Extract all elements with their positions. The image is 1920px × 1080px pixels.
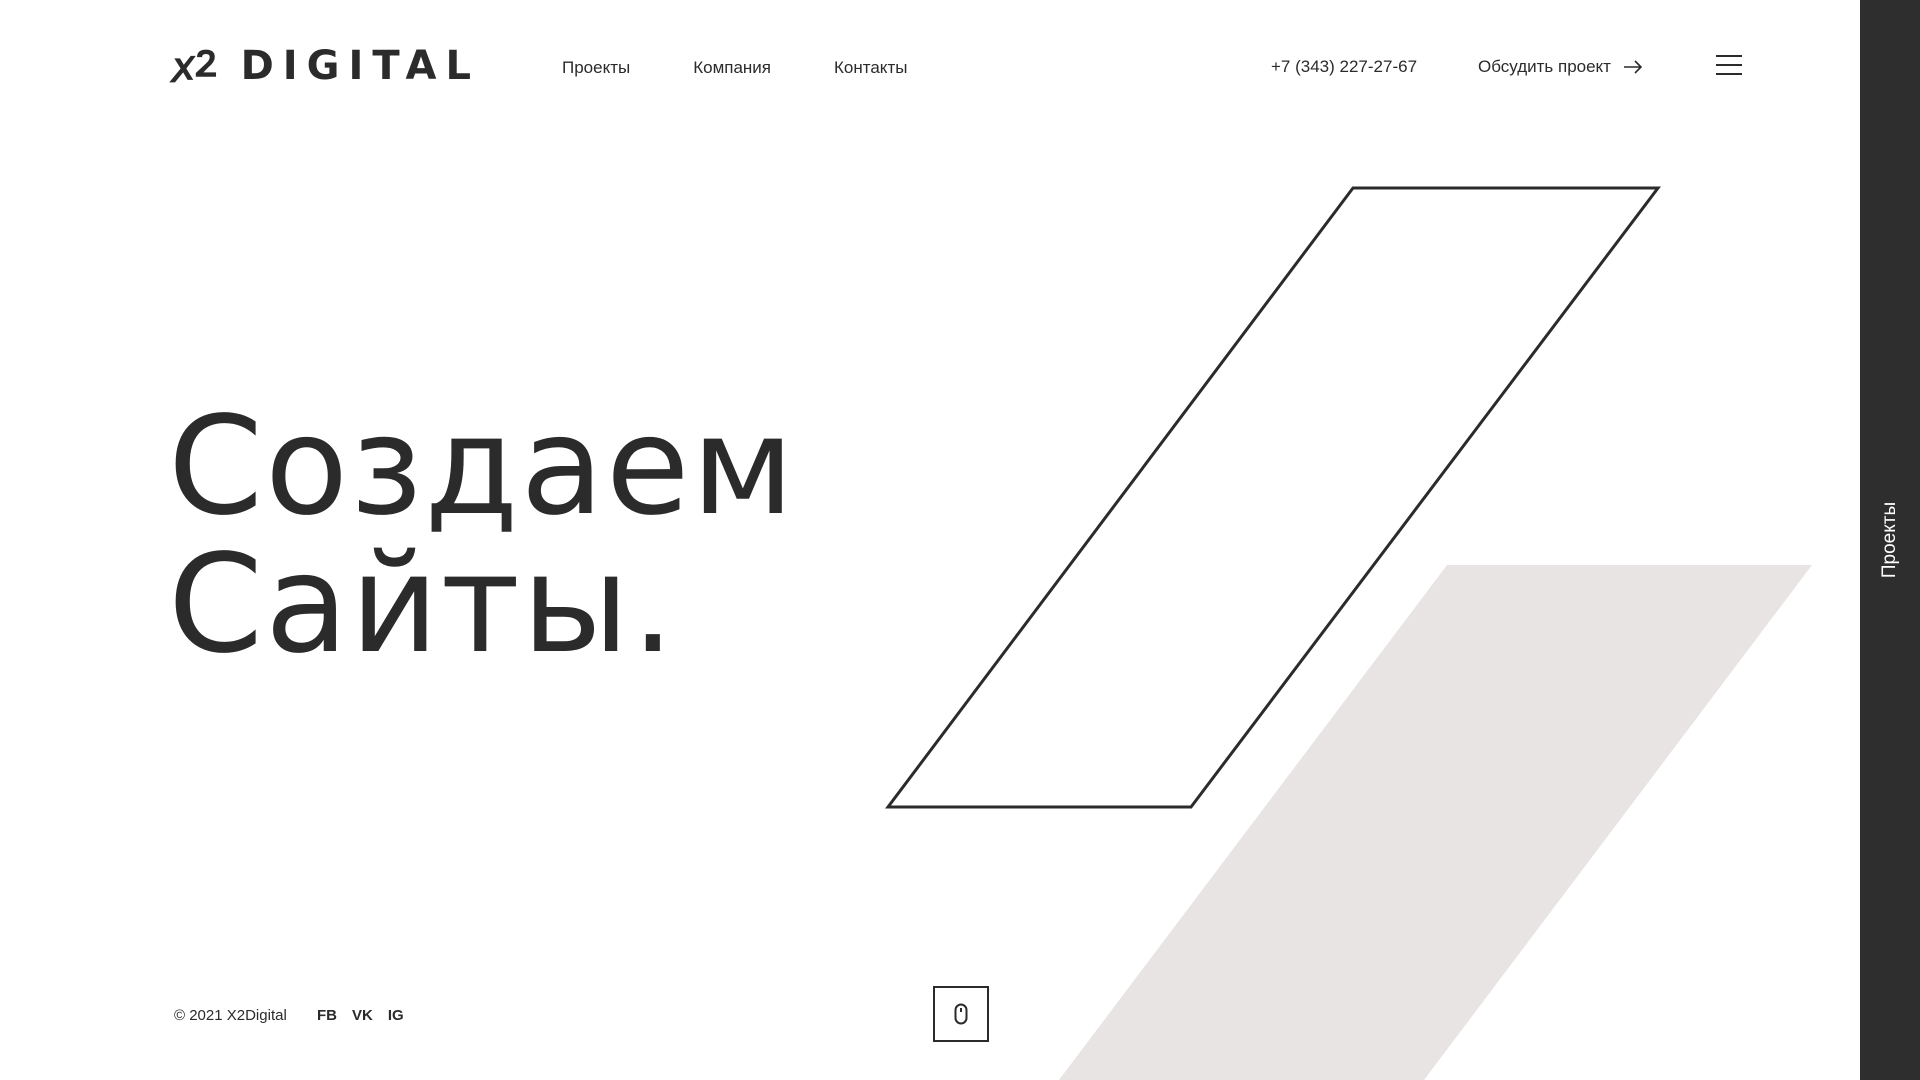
nav-item-projects[interactable]: Проекты	[562, 56, 630, 80]
hamburger-menu-icon[interactable]	[1716, 55, 1742, 77]
nav-item-company[interactable]: Компания	[693, 56, 771, 80]
page: DIGITAL Проекты Компания Контакты +7 (34…	[0, 0, 1920, 1080]
copyright-text: © 2021 X2Digital	[174, 1007, 287, 1024]
phone-link[interactable]: +7 (343) 227-27-67	[1271, 55, 1417, 79]
logo-wordmark: DIGITAL	[240, 43, 480, 89]
x2-logo-mark	[169, 49, 217, 83]
hero-title: Создаем Сайты.	[168, 398, 796, 674]
hero-title-line-2: Сайты.	[168, 526, 677, 684]
hero-title-line-1: Создаем	[168, 388, 797, 546]
logo[interactable]: DIGITAL	[168, 38, 480, 94]
scroll-down-button[interactable]	[933, 986, 989, 1042]
outlined-parallelogram-shape	[884, 186, 1662, 809]
discuss-project-label: Обсудить проект	[1478, 57, 1611, 76]
social-link-vk[interactable]: VK	[352, 1006, 373, 1026]
side-panel-projects[interactable]: Проекты	[1860, 0, 1920, 1080]
side-panel-label: Проекты	[1879, 501, 1900, 579]
social-links: FB VK IG	[317, 1006, 404, 1026]
discuss-project-button[interactable]: Обсудить проект	[1478, 55, 1643, 79]
social-link-fb[interactable]: FB	[317, 1006, 337, 1026]
mouse-scroll-icon	[954, 1003, 968, 1025]
filled-parallelogram-shape	[1059, 565, 1812, 1080]
nav-item-contacts[interactable]: Контакты	[834, 56, 907, 80]
main-nav: Проекты Компания Контакты	[562, 56, 907, 80]
social-link-ig[interactable]: IG	[388, 1006, 404, 1026]
arrow-right-icon	[1623, 60, 1643, 74]
